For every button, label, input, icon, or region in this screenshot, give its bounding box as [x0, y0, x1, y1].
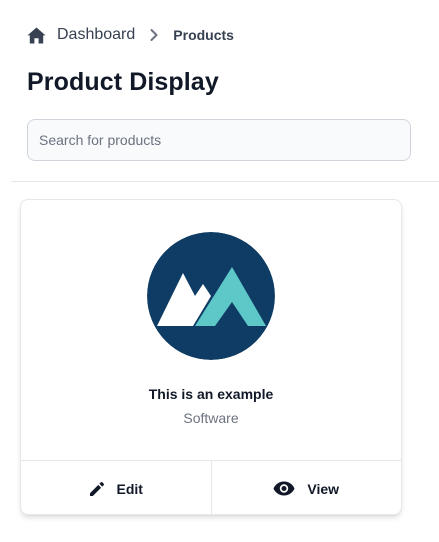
edit-button-label: Edit	[116, 480, 143, 497]
divider	[11, 181, 439, 182]
breadcrumb-current-page: Products	[173, 27, 234, 43]
home-icon	[27, 27, 46, 44]
product-name: This is an example	[148, 386, 274, 402]
eye-icon	[273, 481, 307, 496]
pencil-icon	[89, 481, 117, 497]
breadcrumb-dashboard-label: Dashboard	[57, 26, 136, 43]
breadcrumb: Dashboard Products	[27, 24, 234, 46]
view-button[interactable]: View	[210, 461, 402, 514]
search-input[interactable]	[27, 119, 411, 161]
view-button-label: View	[307, 480, 340, 497]
product-category: Software	[183, 410, 239, 426]
breadcrumb-dashboard-link[interactable]: Dashboard	[27, 26, 135, 44]
chevron-right-icon	[149, 28, 159, 42]
page-title: Product Display	[27, 68, 219, 96]
product-logo	[147, 232, 275, 360]
edit-button[interactable]: Edit	[21, 461, 211, 514]
product-card: This is an example Software Edit View	[20, 199, 402, 515]
card-actions: Edit View	[21, 460, 402, 514]
